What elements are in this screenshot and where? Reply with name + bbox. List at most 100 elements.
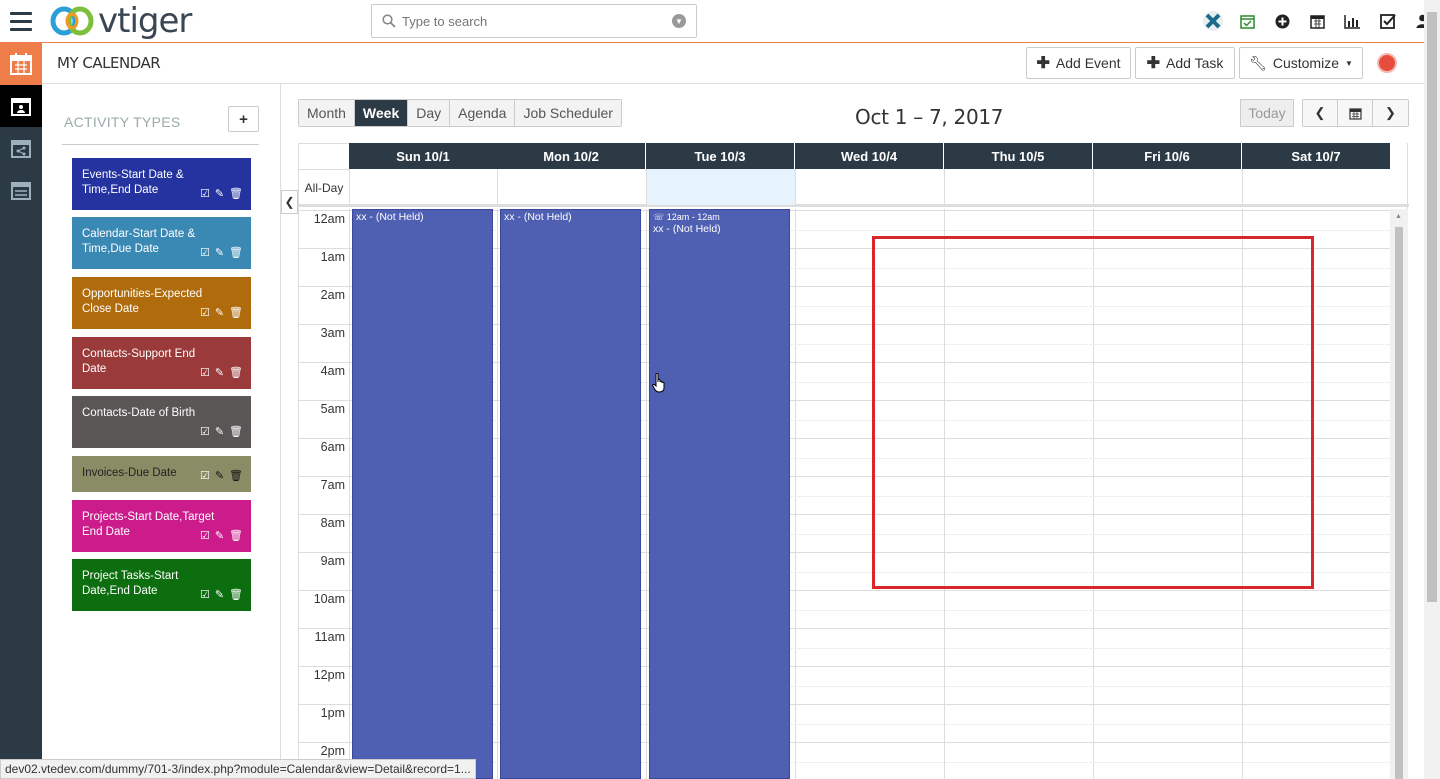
day-header[interactable]: Sun 10/1 — [349, 143, 498, 169]
checkbox-icon[interactable] — [1370, 0, 1405, 42]
delete-icon[interactable]: 🗑︎ — [229, 306, 243, 321]
search-dropdown-icon[interactable]: ▼ — [672, 14, 686, 28]
menu-icon[interactable] — [0, 0, 42, 42]
customize-button[interactable]: 🔧︎ Customize ▼ — [1239, 47, 1363, 79]
view-tab-month[interactable]: Month — [299, 100, 355, 126]
event-title: xx - (Not Held) — [653, 223, 721, 235]
calendar-event[interactable]: xx - (Not Held) — [352, 209, 493, 779]
vtiger-logo[interactable]: vtiger — [50, 1, 192, 41]
visibility-checkbox-icon[interactable]: ☑ — [200, 529, 210, 544]
calendar-event[interactable]: xx - (Not Held) — [500, 209, 641, 779]
all-day-cell[interactable] — [944, 169, 1093, 205]
edit-icon[interactable]: ✎ — [215, 469, 224, 484]
day-header[interactable]: Sat 10/7 — [1242, 143, 1391, 169]
visibility-checkbox-icon[interactable]: ☑ — [200, 425, 210, 440]
visibility-checkbox-icon[interactable]: ☑ — [200, 246, 210, 261]
next-button[interactable]: ❯ — [1373, 100, 1408, 126]
all-day-cell[interactable] — [349, 169, 498, 205]
day-header[interactable]: Tue 10/3 — [646, 143, 795, 169]
plus-circle-icon[interactable] — [1265, 0, 1300, 42]
calendar-icon[interactable] — [1300, 0, 1335, 42]
search-input[interactable] — [402, 13, 662, 29]
add-activity-type-button[interactable]: + — [228, 106, 259, 132]
visibility-checkbox-icon[interactable]: ☑ — [200, 187, 210, 202]
activity-type-label: Projects-Start Date,Target End Date — [82, 511, 215, 538]
all-day-cell[interactable] — [1242, 169, 1391, 205]
hour-label: 12am — [313, 212, 345, 226]
activity-type-item[interactable]: Projects-Start Date,Target End Date ☑ ✎ 🗑︎ — [72, 500, 251, 552]
visibility-checkbox-icon[interactable]: ☑ — [200, 469, 210, 484]
vtiger-x-icon[interactable] — [1195, 0, 1230, 42]
scroll-up-icon[interactable]: ▲ — [1395, 213, 1402, 220]
edit-icon[interactable]: ✎ — [215, 366, 224, 381]
view-tab-job-scheduler[interactable]: Job Scheduler — [515, 100, 621, 126]
activity-type-item[interactable]: Project Tasks-Start Date,End Date ☑ ✎ 🗑︎ — [72, 559, 251, 611]
shared-calendar-icon[interactable] — [0, 127, 42, 169]
day-header[interactable]: Wed 10/4 — [795, 143, 944, 169]
calendar-event[interactable]: ☏ 12am - 12am xx - (Not Held) — [649, 209, 790, 779]
activity-type-actions: ☑ ✎ 🗑︎ — [200, 425, 243, 440]
view-tab-week[interactable]: Week — [354, 100, 409, 126]
delete-icon[interactable]: 🗑︎ — [229, 469, 243, 484]
date-navigation: ❮ ❯ — [1302, 99, 1409, 127]
hour-label: 1pm — [320, 706, 345, 720]
activity-type-item[interactable]: Opportunities-Expected Close Date ☑ ✎ 🗑︎ — [72, 277, 251, 329]
calendar-check-icon[interactable] — [1230, 0, 1265, 42]
all-day-cell[interactable] — [646, 169, 795, 205]
edit-icon[interactable]: ✎ — [215, 306, 224, 321]
date-range-title: Oct 1 – 7, 2017 — [855, 105, 1004, 129]
activity-type-item[interactable]: Calendar-Start Date & Time,Due Date ☑ ✎ 🗑︎ — [72, 217, 251, 269]
notes-icon[interactable] — [1377, 53, 1397, 73]
add-event-button[interactable]: ✚ Add Event — [1026, 47, 1131, 79]
day-header[interactable]: Mon 10/2 — [497, 143, 646, 169]
collapse-sidebar-button[interactable]: ❮ — [281, 190, 298, 214]
delete-icon[interactable]: 🗑︎ — [229, 366, 243, 381]
day-header[interactable]: Fri 10/6 — [1093, 143, 1242, 169]
edit-icon[interactable]: ✎ — [215, 588, 224, 603]
view-tab-day[interactable]: Day — [408, 100, 451, 126]
all-day-cell[interactable] — [497, 169, 646, 205]
activity-type-item[interactable]: Invoices-Due Date ☑ ✎ 🗑︎ — [72, 456, 251, 492]
delete-icon[interactable]: 🗑︎ — [229, 246, 243, 261]
add-task-button[interactable]: ✚ Add Task — [1135, 47, 1235, 79]
view-tab-agenda[interactable]: Agenda — [450, 100, 516, 126]
activity-type-label: Invoices-Due Date — [82, 467, 177, 479]
delete-icon[interactable]: 🗑︎ — [229, 529, 243, 544]
edit-icon[interactable]: ✎ — [215, 529, 224, 544]
calendar-module-icon[interactable] — [0, 43, 42, 85]
today-button[interactable]: Today — [1240, 99, 1294, 127]
activity-type-actions: ☑ ✎ 🗑︎ — [200, 246, 243, 261]
prev-button[interactable]: ❮ — [1303, 100, 1338, 126]
status-bar-url: dev02.vtedev.com/dummy/701-3/index.php?m… — [0, 759, 476, 779]
activity-type-item[interactable]: Events-Start Date & Time,End Date ☑ ✎ 🗑︎ — [72, 158, 251, 210]
phone-icon: ☏ — [653, 212, 667, 222]
global-search[interactable]: ▼ — [371, 4, 697, 38]
delete-icon[interactable]: 🗑︎ — [229, 187, 243, 202]
hour-label: 6am — [320, 440, 345, 454]
event-time-text: 12am - 12am — [666, 212, 720, 222]
edit-icon[interactable]: ✎ — [215, 246, 224, 261]
visibility-checkbox-icon[interactable]: ☑ — [200, 306, 210, 321]
calendar-scrollbar[interactable]: ▲ — [1390, 209, 1408, 779]
edit-icon[interactable]: ✎ — [215, 187, 224, 202]
event-time: ☏ 12am - 12am — [653, 211, 786, 223]
delete-icon[interactable]: 🗑︎ — [229, 425, 243, 440]
page-scroll-thumb[interactable] — [1427, 12, 1437, 602]
bar-chart-icon[interactable] — [1335, 0, 1370, 42]
page-scrollbar[interactable] — [1424, 0, 1440, 779]
activity-type-item[interactable]: Contacts-Date of Birth ☑ ✎ 🗑︎ — [72, 396, 251, 448]
divider — [62, 144, 259, 145]
delete-icon[interactable]: 🗑︎ — [229, 588, 243, 603]
activity-type-actions: ☑ ✎ 🗑︎ — [200, 588, 243, 603]
activity-type-item[interactable]: Contacts-Support End Date ☑ ✎ 🗑︎ — [72, 337, 251, 389]
edit-icon[interactable]: ✎ — [215, 425, 224, 440]
day-header[interactable]: Thu 10/5 — [944, 143, 1093, 169]
my-calendar-icon[interactable] — [0, 85, 42, 127]
all-day-cell[interactable] — [1093, 169, 1242, 205]
visibility-checkbox-icon[interactable]: ☑ — [200, 588, 210, 603]
visibility-checkbox-icon[interactable]: ☑ — [200, 366, 210, 381]
all-day-cell[interactable] — [795, 169, 944, 205]
date-picker-button[interactable] — [1338, 100, 1373, 126]
scroll-thumb[interactable] — [1395, 227, 1403, 779]
list-calendar-icon[interactable] — [0, 169, 42, 211]
